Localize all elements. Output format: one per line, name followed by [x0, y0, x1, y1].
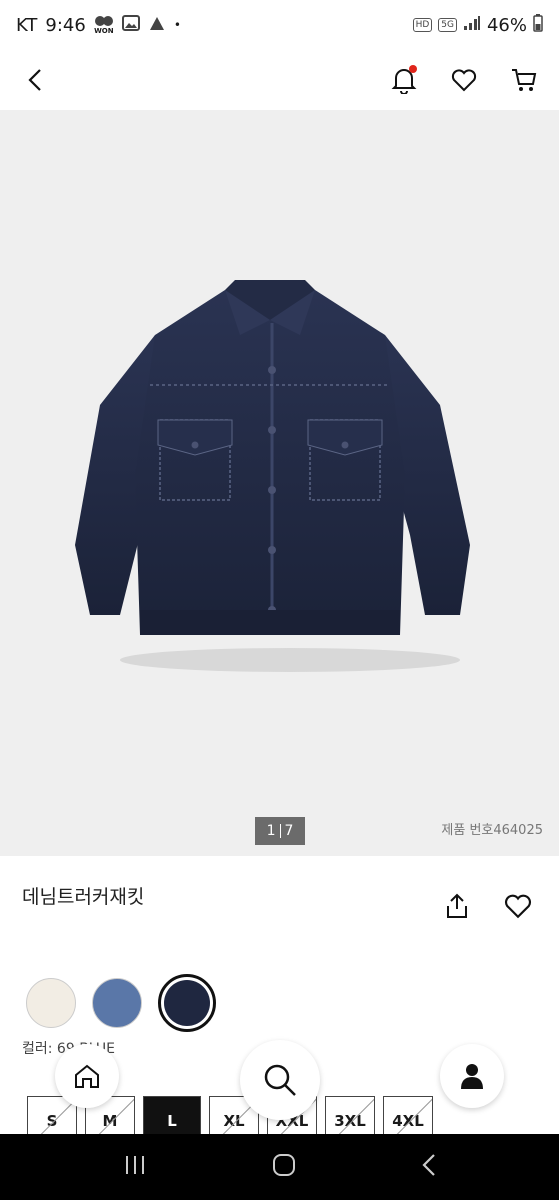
chevron-left-icon	[28, 69, 41, 91]
notification-dot	[409, 65, 417, 73]
cart-button[interactable]	[509, 65, 539, 95]
share-icon	[447, 893, 467, 918]
status-bar: KT 9:46 WON • HD 5G 46%	[0, 0, 559, 50]
pager-separator	[279, 824, 281, 838]
size-label: L	[167, 1112, 177, 1130]
profile-button[interactable]	[440, 1044, 504, 1108]
status-left: KT 9:46 WON •	[16, 14, 181, 36]
product-number: 제품 번호464025	[441, 823, 543, 838]
gallery-notification-icon	[121, 14, 140, 36]
battery-icon	[533, 13, 543, 37]
search-button[interactable]	[240, 1040, 320, 1120]
battery-text: 46%	[486, 14, 527, 36]
heart-icon	[504, 894, 532, 919]
system-navigation-bar	[0, 1134, 559, 1200]
status-right: HD 5G 46%	[412, 13, 543, 37]
won-label: WON	[94, 27, 114, 35]
top-app-bar	[0, 50, 559, 110]
profile-icon	[461, 1064, 483, 1089]
color-swatches	[26, 974, 216, 1032]
system-back-button[interactable]	[421, 1153, 437, 1181]
favorite-button[interactable]	[504, 893, 532, 923]
gallery-pager: 1 7	[255, 817, 305, 845]
pager-current: 1	[266, 823, 276, 839]
product-image-gallery[interactable]: 1 7 제품 번호464025	[0, 110, 559, 856]
product-title: 데님트러커재킷	[22, 886, 145, 908]
notifications-button[interactable]	[389, 65, 419, 95]
more-notifications-dot: •	[173, 18, 181, 32]
carrier: KT	[16, 14, 38, 36]
heart-icon	[451, 69, 477, 92]
network-badge: 5G	[438, 18, 457, 32]
pager-total: 7	[284, 823, 294, 839]
home-circle-icon	[272, 1154, 295, 1176]
recent-apps-icon	[125, 1156, 144, 1174]
share-button[interactable]	[444, 893, 470, 923]
system-home-button[interactable]	[272, 1153, 296, 1181]
home-icon	[75, 1064, 99, 1088]
wishlist-button[interactable]	[449, 65, 479, 95]
search-icon	[264, 1064, 296, 1096]
cart-icon	[512, 69, 537, 91]
app-notification-icon	[148, 15, 166, 36]
color-swatch-offwhite[interactable]	[26, 978, 76, 1028]
hd-badge: HD	[412, 18, 433, 32]
back-icon	[421, 1154, 435, 1176]
app-bar-actions	[389, 65, 539, 95]
home-button[interactable]	[55, 1044, 119, 1108]
back-button[interactable]	[20, 65, 50, 95]
recent-apps-button[interactable]	[123, 1154, 147, 1180]
color-swatch-navy-selected[interactable]	[158, 974, 216, 1032]
time: 9:46	[45, 14, 86, 36]
color-swatch-lightblue[interactable]	[92, 978, 142, 1028]
signal-icon	[463, 15, 481, 36]
product-image	[75, 280, 470, 672]
won-app-icon: WON	[94, 15, 114, 35]
